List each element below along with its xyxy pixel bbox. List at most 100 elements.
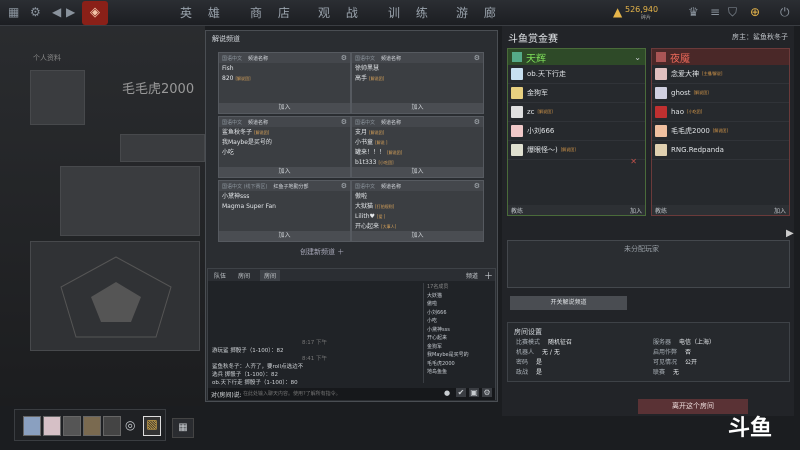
player-name: ob.天下行走 [527, 70, 566, 78]
watermark-logo: 斗鱼 [728, 416, 773, 441]
party-avatar[interactable] [103, 416, 121, 436]
join-channel-button[interactable]: 加入 [219, 167, 350, 177]
plus-icon[interactable]: ⊕ [750, 5, 760, 19]
stats-radar [30, 241, 200, 351]
tab-room-1[interactable]: 房间 [238, 271, 250, 280]
gear-icon[interactable]: ⚙ [341, 54, 347, 62]
player-slot[interactable]: ob.天下行走 [508, 65, 645, 84]
dire-header[interactable]: 夜魇 [652, 49, 789, 65]
member-item[interactable]: 小黛神sss [427, 326, 493, 335]
grid-icon[interactable]: ▦ [8, 5, 19, 19]
join-channel-button[interactable]: 加入 [219, 103, 350, 113]
member-item[interactable]: 17名成员 [427, 283, 493, 292]
avatar[interactable] [30, 70, 85, 125]
channel-card[interactable]: 国语中文 (线下赛区) 红鱼子地勤分部 ⚙ 小黛神sss Magma Super Fan… [218, 180, 351, 242]
kick-icon[interactable]: ✕ [630, 157, 637, 166]
player-slot[interactable]: 念爱大神 [主播/解说] [652, 65, 789, 84]
player-slot[interactable]: ghost [解说团] [652, 84, 789, 103]
member-item[interactable]: 小刘666 [427, 309, 493, 318]
gear-icon[interactable]: ⚙ [341, 182, 347, 190]
friends-icon[interactable]: ▦ [172, 418, 194, 438]
gear-icon[interactable]: ⚙ [341, 118, 347, 126]
nav-learn[interactable]: 训 练 [388, 4, 434, 21]
setting-row: 比赛模式 随机征召 [516, 337, 572, 346]
channel-member: 大狱猫 [打拍规则] [352, 201, 483, 211]
channel-card[interactable]: 国语中文 频道名称 ⚙ 傲啦 大狱猫 [打拍规则] Lilith♥ [爱 ] 开心起来 [大事人]… [351, 180, 484, 242]
send-icon[interactable]: ▣ [469, 388, 479, 397]
nav-heroes[interactable]: 英 雄 [180, 4, 226, 21]
gear-icon[interactable]: ⚙ [474, 54, 480, 62]
nav-store[interactable]: 商 店 [250, 4, 296, 21]
channel-member: 徐帅黑慧 [352, 63, 483, 73]
join-channel-button[interactable]: 加入 [352, 103, 483, 113]
channel-card[interactable]: 国语中文 频道名称 ⚙ 鲨鱼秋冬子 [解说团] 我Maybe是买号的 小吃 加入 [218, 116, 351, 178]
rank-icon[interactable]: ▧ [143, 416, 161, 436]
gold-amount: 526,940 [625, 5, 659, 14]
join-channel-button[interactable]: 加入 [352, 167, 483, 177]
player-slot[interactable]: 金狗军 [508, 84, 645, 103]
chevron-down-icon[interactable]: ⌄ [634, 53, 641, 62]
circle-icon[interactable]: ◎ [125, 418, 135, 432]
party-avatar[interactable] [43, 416, 61, 436]
top-navigation-bar: ▦ ⚙ ◀ ▶ ◈ 英 雄 商 店 观 战 训 练 游 廊 ▲ 526,940 … [0, 0, 800, 26]
member-item[interactable]: 我Maybe是买号的 [427, 351, 493, 360]
radiant-coach-slot[interactable]: 教练 加入 [508, 205, 645, 215]
arrow-right-icon[interactable]: ▶ [786, 228, 794, 239]
shield-icon[interactable]: ⛉ [728, 5, 737, 20]
channel-card[interactable]: 国语中文 频道名称 ⚙ 徐帅黑慧 高手 [解说团] 加入 [351, 52, 484, 114]
chat-input[interactable] [243, 389, 438, 399]
member-item[interactable]: 地岛鱼鱼 [427, 368, 493, 377]
player-avatar [655, 106, 667, 118]
emoji-icon[interactable]: ● [444, 389, 450, 397]
tab-team[interactable]: 队伍 [214, 271, 226, 280]
back-icon[interactable]: ◀ [52, 5, 61, 19]
settings-icon[interactable]: ⚙ [482, 388, 492, 397]
menu-icon[interactable]: ≡ [710, 5, 720, 19]
gear-icon[interactable]: ⚙ [474, 118, 480, 126]
member-item[interactable]: 小吃 [427, 317, 493, 326]
dire-coach-slot[interactable]: 教练 加入 [652, 205, 789, 215]
party-avatar[interactable] [23, 416, 41, 436]
channel-card[interactable]: 国语中文 频道名称 ⚙ 支月 [解说团] 小书童 [解说 ] 罐来！！！ [解说团] b1t333… [351, 116, 484, 178]
party-avatar[interactable] [63, 416, 81, 436]
player-slot[interactable]: RNG.Redpanda [652, 141, 789, 160]
join-channel-button[interactable]: 加入 [352, 231, 483, 241]
channel-name-header: 频道名称 [381, 184, 402, 190]
member-name: 小书童 [355, 139, 374, 146]
forward-icon[interactable]: ▶ [66, 5, 75, 19]
gear-icon[interactable]: ⚙ [474, 182, 480, 190]
member-item[interactable]: 傲啦 [427, 300, 493, 309]
player-slot[interactable]: 小刘666 [508, 122, 645, 141]
member-item[interactable]: 金狗军 [427, 343, 493, 352]
nav-arcade[interactable]: 游 廊 [456, 4, 502, 21]
power-icon[interactable]: ⏻ [780, 5, 790, 20]
radiant-name: 天辉 [526, 53, 546, 65]
coach-join[interactable]: 加入 [630, 206, 642, 215]
player-slot[interactable]: hao [小吃团] [652, 103, 789, 122]
player-slot[interactable]: 毛毛虎2000 [解说团] [652, 122, 789, 141]
coach-join[interactable]: 加入 [774, 206, 786, 215]
tab-room-2[interactable]: 房间 [260, 270, 281, 281]
setting-key: 比赛模式 [516, 339, 541, 346]
party-avatar[interactable] [83, 416, 101, 436]
member-item[interactable]: 毛毛虎2000 [427, 360, 493, 369]
radiant-header[interactable]: 天辉 ⌄ [508, 49, 645, 65]
member-item[interactable]: 大妖猫 [427, 292, 493, 301]
join-channel-button[interactable]: 加入 [219, 231, 350, 241]
setting-value: 电信（上海） [679, 339, 716, 346]
add-tab-icon[interactable]: ＋ [484, 269, 493, 282]
gear-icon[interactable]: ⚙ [30, 5, 41, 19]
member-item[interactable]: 开心起来 [427, 334, 493, 343]
player-slot[interactable]: zc [解说团] [508, 103, 645, 122]
nav-watch[interactable]: 观 战 [318, 4, 364, 21]
confirm-icon[interactable]: ✔ [456, 388, 466, 397]
trophy-icon[interactable]: ♛ [688, 5, 699, 19]
create-channel-button[interactable]: 创建新频道 ＋ [300, 247, 344, 257]
member-name: Lilith♥ [355, 213, 375, 220]
tab-channel[interactable]: 频道 [466, 271, 478, 280]
player-slot[interactable]: 爆眼怪～) [解说团] [508, 141, 645, 160]
dota-logo[interactable]: ◈ [82, 1, 108, 25]
channel-card[interactable]: 国语中文 频道名称 ⚙ Fish 820 [解说团] 加入 [218, 52, 351, 114]
toggle-commentator-button[interactable]: 开关解说频道 [510, 296, 627, 310]
unassigned-players[interactable]: 未分配玩家 [507, 240, 790, 288]
